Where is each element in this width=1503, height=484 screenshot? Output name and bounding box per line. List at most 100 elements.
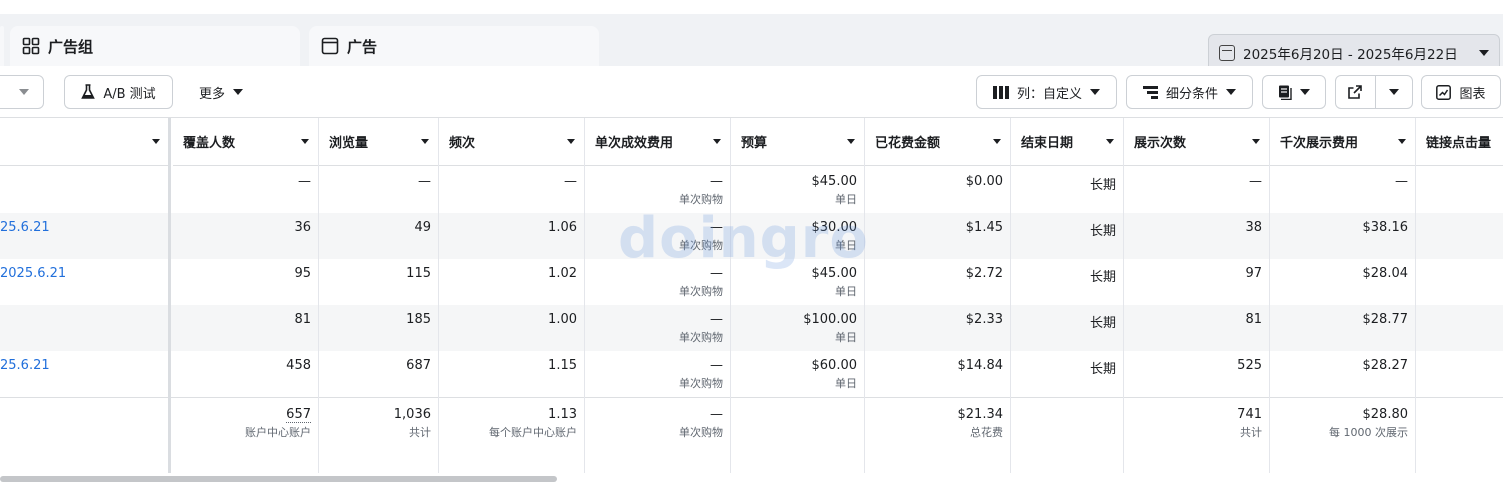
cell-frequency: 1.15 bbox=[548, 358, 577, 373]
row-name[interactable]: 25.6.21 bbox=[0, 351, 170, 397]
header-label: 链接点击量 bbox=[1426, 136, 1492, 151]
frozen-column-divider[interactable] bbox=[168, 118, 171, 473]
header-frequency[interactable]: 频次 bbox=[439, 118, 585, 166]
row-name[interactable] bbox=[0, 305, 170, 351]
window-icon bbox=[321, 37, 339, 55]
cell-sub: 单次购物 bbox=[679, 239, 723, 252]
total-value[interactable]: 657 bbox=[286, 407, 311, 423]
cell-value: — bbox=[710, 220, 723, 235]
cell-frequency: 1.02 bbox=[548, 266, 577, 281]
header-views[interactable]: 浏览量 bbox=[319, 118, 439, 166]
cell-amount-spent: $2.72 bbox=[965, 266, 1003, 281]
cell-impressions: 525 bbox=[1237, 358, 1262, 373]
reports-button[interactable] bbox=[1262, 75, 1326, 109]
header-reach[interactable]: 覆盖人数 bbox=[173, 118, 319, 166]
cell-value: $100.00 bbox=[803, 312, 857, 327]
breakdown-button[interactable]: 细分条件 bbox=[1126, 75, 1253, 109]
header-label: 展示次数 bbox=[1134, 136, 1187, 151]
header-cpm[interactable]: 千次展示费用 bbox=[1270, 118, 1416, 166]
header-cost-per-result[interactable]: 单次成效费用 bbox=[585, 118, 731, 166]
top-strip bbox=[0, 0, 1503, 14]
header-label: 千次展示费用 bbox=[1280, 136, 1359, 151]
tab-ad-sets[interactable]: 广告组 bbox=[10, 26, 300, 66]
table-row[interactable]: 2025.6.21 95 115 1.02 — 单次购物 $45.00 单日 $2.… bbox=[0, 259, 1503, 305]
total-sub: 账户中心账户 bbox=[245, 426, 311, 439]
more-button[interactable]: 更多 bbox=[188, 75, 254, 109]
chevron-down-icon bbox=[1252, 139, 1260, 144]
columns-icon bbox=[992, 85, 1009, 99]
report-icon bbox=[1279, 85, 1292, 100]
cell-amount-spent: $1.45 bbox=[965, 220, 1003, 235]
grid-icon bbox=[22, 37, 40, 55]
cell-cost-per-result: — 单次购物 bbox=[585, 213, 731, 259]
total-sub: 共计 bbox=[1240, 426, 1262, 439]
header-label: 浏览量 bbox=[329, 136, 369, 151]
cell-reach: — bbox=[298, 174, 311, 189]
cell-budget[interactable]: $45.00 单日 bbox=[731, 167, 865, 213]
header-end-date[interactable]: 结束日期 bbox=[1011, 118, 1124, 166]
chevron-down-icon bbox=[233, 89, 243, 95]
column-divider bbox=[864, 118, 865, 473]
cell-impressions: — bbox=[1249, 174, 1262, 189]
cell-cpm: $28.04 bbox=[1362, 266, 1409, 281]
chevron-down-icon bbox=[1398, 139, 1406, 144]
export-button[interactable] bbox=[1335, 75, 1413, 109]
total-sub: 每个账户中心账户 bbox=[489, 426, 577, 439]
cell-budget[interactable]: $100.00 单日 bbox=[731, 305, 865, 351]
breakdown-icon bbox=[1142, 85, 1158, 99]
ab-test-button[interactable]: A/B 测试 bbox=[64, 75, 173, 109]
cell-end-date: 长期 bbox=[1089, 224, 1116, 239]
total-sub: 总花费 bbox=[970, 426, 1003, 439]
header-link-clicks[interactable]: 链接点击量 bbox=[1416, 118, 1503, 166]
total-value: 741 bbox=[1237, 407, 1262, 422]
header-name-partial[interactable] bbox=[0, 118, 170, 166]
horizontal-scrollbar-thumb[interactable] bbox=[0, 476, 557, 482]
table-row[interactable]: 25.6.21 458 687 1.15 — 单次购物 $60.00 单日 $14.… bbox=[0, 351, 1503, 397]
tab-ad-sets-label: 广告组 bbox=[48, 37, 94, 56]
cell-value: $60.00 bbox=[811, 358, 858, 373]
table-row[interactable]: 25.6.21 36 49 1.06 — 单次购物 $30.00 单日 $1.45 … bbox=[0, 213, 1503, 259]
columns-button[interactable]: 列：自定义 bbox=[976, 75, 1117, 109]
cell-value: — bbox=[710, 174, 723, 189]
table-row[interactable]: — — — — 单次购物 $45.00 单日 $0.00 长期 — — bbox=[0, 167, 1503, 213]
cell-budget[interactable]: $45.00 单日 bbox=[731, 259, 865, 305]
cell-budget[interactable]: $30.00 单日 bbox=[731, 213, 865, 259]
header-impressions[interactable]: 展示次数 bbox=[1124, 118, 1270, 166]
total-value: $28.80 bbox=[1362, 407, 1409, 422]
date-range-label: 2025年6月20日 - 2025年6月22日 bbox=[1243, 47, 1458, 63]
total-value: — bbox=[710, 407, 723, 422]
total-sub: 每 1000 次展示 bbox=[1329, 426, 1408, 439]
cell-views: 185 bbox=[406, 312, 431, 327]
row-name[interactable] bbox=[0, 167, 170, 213]
cell-budget[interactable]: $60.00 单日 bbox=[731, 351, 865, 397]
row-name[interactable]: 2025.6.21 bbox=[0, 259, 170, 305]
total-impressions: 741 共计 bbox=[1124, 398, 1270, 474]
cell-value: $45.00 bbox=[811, 174, 858, 189]
cell-sub: 单日 bbox=[835, 193, 857, 206]
header-label: 已花费金额 bbox=[875, 136, 941, 151]
tab-campaign-partial[interactable] bbox=[0, 26, 4, 66]
cell-amount-spent: $2.33 bbox=[965, 312, 1003, 327]
table-row[interactable]: 81 185 1.00 — 单次购物 $100.00 单日 $2.33 长期 81 … bbox=[0, 305, 1503, 351]
tab-ads[interactable]: 广告 bbox=[309, 26, 599, 66]
chevron-down-icon bbox=[847, 139, 855, 144]
toolbar: A/B 测试 更多 列：自定义 细分条件 图表 bbox=[0, 66, 1503, 118]
cell-impressions: 38 bbox=[1245, 220, 1262, 235]
column-divider bbox=[318, 118, 319, 473]
dropdown-button-partial[interactable] bbox=[0, 75, 44, 109]
chevron-down-icon bbox=[993, 139, 1001, 144]
cell-cost-per-result: — 单次购物 bbox=[585, 167, 731, 213]
header-amount-spent[interactable]: 已花费金额 bbox=[865, 118, 1011, 166]
cell-end-date: 长期 bbox=[1089, 270, 1116, 285]
chart-button[interactable]: 图表 bbox=[1421, 75, 1501, 109]
column-divider bbox=[1123, 118, 1124, 473]
total-views: 1,036 共计 bbox=[319, 398, 439, 474]
cell-frequency: 1.06 bbox=[548, 220, 577, 235]
cell-value: $30.00 bbox=[811, 220, 858, 235]
header-budget[interactable]: 预算 bbox=[731, 118, 865, 166]
row-name[interactable]: 25.6.21 bbox=[0, 213, 170, 259]
cell-end-date: 长期 bbox=[1089, 178, 1116, 193]
cell-views: 49 bbox=[414, 220, 431, 235]
column-divider bbox=[1010, 118, 1011, 473]
cell-amount-spent: $0.00 bbox=[965, 174, 1003, 189]
